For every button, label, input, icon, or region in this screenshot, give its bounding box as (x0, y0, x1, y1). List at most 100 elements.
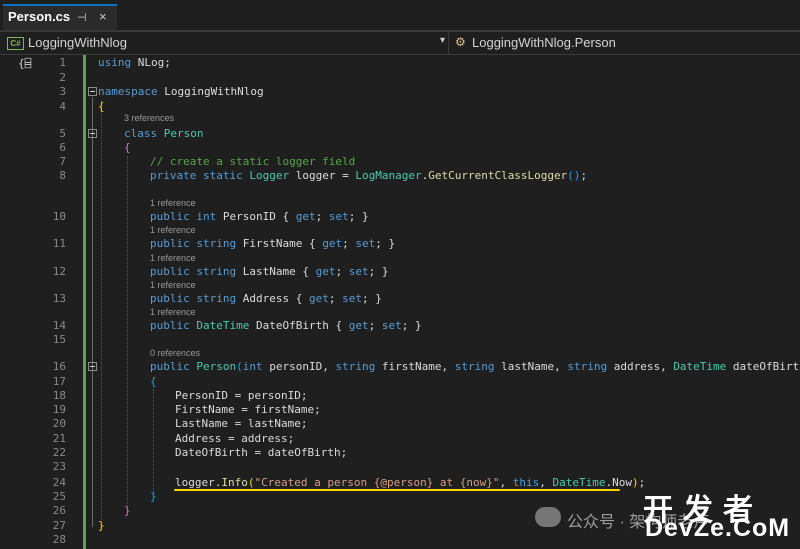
code-line-3: namespace LoggingWithNlog (98, 85, 264, 99)
chevron-down-icon[interactable]: ▾ (440, 35, 445, 46)
code-line-12: public string LastName { get; set; } (150, 265, 388, 279)
code-line-24: logger.Info("Created a person {@person} … (175, 476, 645, 490)
punctuation: ; (300, 417, 308, 430)
line-number: 10 (52, 210, 66, 223)
collapse-namespace-toggle[interactable] (88, 87, 97, 96)
code-editor[interactable]: {⌸ 1 2 3 4 5 6 7 8 10 11 12 13 14 15 16 … (0, 55, 800, 549)
line-number: 8 (59, 169, 66, 182)
type-name: string (454, 360, 495, 373)
punctuation: , (539, 476, 553, 489)
parameter: address (241, 432, 288, 445)
type-name: LogManager (355, 169, 422, 182)
keyword: namespace (98, 85, 158, 98)
wechat-icon (535, 507, 561, 527)
operator: = (234, 403, 255, 416)
keyword: set (328, 210, 349, 223)
codelens-references[interactable]: 1 reference (150, 253, 196, 264)
punctuation: ; (340, 446, 348, 459)
change-tracking-bar (83, 55, 86, 549)
pin-icon[interactable]: ⊣ (77, 11, 87, 24)
collapse-class-toggle[interactable] (88, 129, 97, 138)
parameter: firstName (254, 403, 315, 416)
type-name: Logger (249, 169, 290, 182)
punctuation: ( (236, 360, 243, 373)
line-number: 11 (52, 237, 66, 250)
line-number: 24 (52, 476, 66, 489)
class-icon: ⚙ (455, 35, 466, 49)
line-number: 26 (52, 504, 66, 517)
codelens-references[interactable]: 3 references (124, 113, 174, 124)
parameter: lastName (247, 417, 301, 430)
codelens-references[interactable]: 0 references (150, 348, 200, 359)
code-line-26: } (124, 504, 131, 517)
punctuation: { (295, 292, 303, 305)
type-name: DateTime (673, 360, 727, 373)
keyword: set (348, 265, 369, 278)
punctuation: ; (580, 169, 588, 182)
punctuation: } (388, 237, 396, 250)
keyword: public (150, 319, 190, 332)
keyword: public (150, 360, 190, 373)
codelens-references[interactable]: 1 reference (150, 307, 196, 318)
identifier: FirstName (242, 237, 303, 250)
indent-guide (153, 389, 154, 495)
code-line-8: private static Logger logger = LogManage… (150, 169, 587, 183)
line-number: 22 (52, 446, 66, 459)
identifier: logger (295, 169, 336, 182)
identifier: Now (612, 476, 633, 489)
line-number: 19 (52, 403, 66, 416)
line-number: 16 (52, 360, 66, 373)
punctuation: () (567, 169, 581, 182)
punctuation: { (308, 237, 316, 250)
codelens-references[interactable]: 1 reference (150, 225, 196, 236)
line-number: 18 (52, 389, 66, 402)
punctuation: ; (287, 432, 295, 445)
codelens-references[interactable]: 1 reference (150, 280, 196, 291)
keyword: get (322, 237, 343, 250)
keyword: get (308, 292, 329, 305)
type-name: Person (196, 360, 237, 373)
line-number: 15 (52, 333, 66, 346)
identifier: DateOfBirth (175, 446, 248, 459)
keyword: set (342, 292, 362, 305)
tab-bar: Person.cs ⊣ × (0, 0, 800, 32)
keyword: public (150, 237, 190, 250)
line-number: 21 (52, 432, 66, 445)
project-dropdown[interactable]: C# LoggingWithNlog ▾ (4, 32, 449, 54)
type-name: string (335, 360, 376, 373)
tab-person-cs[interactable]: Person.cs ⊣ × (3, 4, 117, 30)
code-line-14: public DateTime DateOfBirth { get; set; … (150, 319, 422, 333)
type-name: int (196, 210, 217, 223)
codelens-references[interactable]: 1 reference (150, 198, 196, 209)
collapse-constructor-toggle[interactable] (88, 362, 97, 371)
code-line-13: public string Address { get; set; } (150, 292, 382, 306)
line-number: 7 (59, 155, 66, 168)
code-line-6: { (124, 141, 131, 154)
punctuation: ; (164, 56, 171, 69)
punctuation: , (554, 360, 568, 373)
punctuation: } (375, 292, 382, 305)
line-number: 1 (59, 56, 66, 69)
punctuation: ; (315, 210, 323, 223)
identifier: Address (175, 432, 222, 445)
identifier: DateOfBirth (255, 319, 329, 332)
punctuation: ; (368, 319, 376, 332)
type-name: string (567, 360, 608, 373)
type-name: Person (163, 127, 204, 140)
method-name: GetCurrentClassLogger (428, 169, 568, 182)
keyword: set (355, 237, 376, 250)
keyword: public (150, 265, 190, 278)
parameter: lastName (501, 360, 555, 373)
operator: = (247, 446, 268, 459)
punctuation: ; (342, 237, 349, 250)
class-dropdown[interactable]: ⚙ LoggingWithNlog.Person (450, 32, 800, 54)
keyword: get (348, 319, 369, 332)
close-icon[interactable]: × (99, 9, 107, 24)
keyword: public (150, 210, 190, 223)
punctuation: ; (335, 265, 343, 278)
punctuation: ; (361, 292, 369, 305)
code-line-19: FirstName = firstName; (175, 403, 321, 417)
navigation-bar: C# LoggingWithNlog ▾ ⚙ LoggingWithNlog.P… (0, 32, 800, 55)
line-number: 17 (52, 375, 66, 388)
type-name: string (196, 292, 237, 305)
